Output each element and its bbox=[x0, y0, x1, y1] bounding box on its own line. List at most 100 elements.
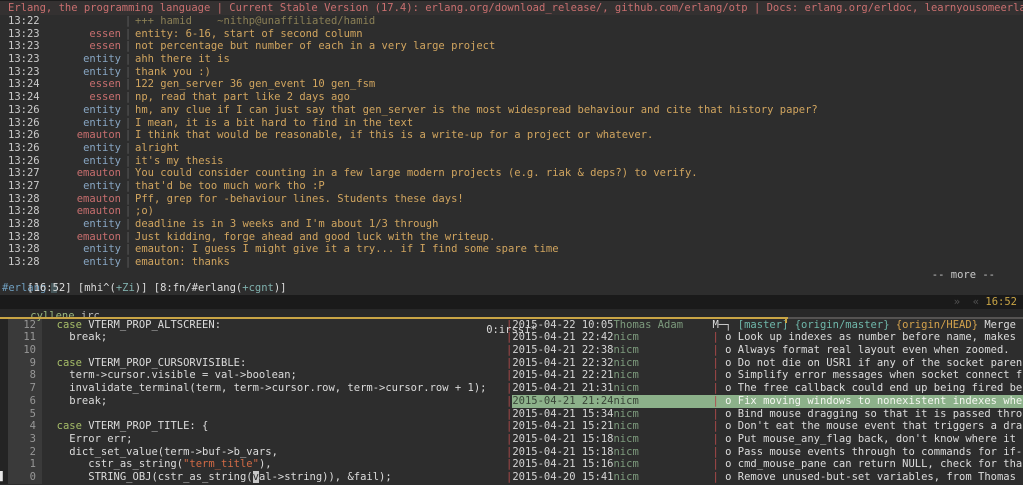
commit-date: 2015-04-21 15:16 bbox=[512, 458, 613, 471]
commit-content: 2015-04-21 21:31nicm| o The free callbac… bbox=[512, 382, 1023, 395]
nickname: essen bbox=[45, 78, 121, 91]
text-segment: )] [8:fn/#erlang( bbox=[135, 282, 242, 294]
text-segment: Fix moving windows to nonexistent indexe… bbox=[738, 395, 1022, 407]
tmux-window-list-item[interactable]: 0:irssi* bbox=[0, 323, 1023, 337]
commit-message: Simplify error messages when socket conn… bbox=[738, 369, 1022, 382]
nickname: entity bbox=[45, 256, 121, 269]
code-line[interactable]: ▌0 STRING_OBJ(cstr_as_string(val->string… bbox=[0, 471, 506, 484]
irc-topic-bar: Erlang, the programming language | Curre… bbox=[0, 0, 1023, 15]
commit-date: 2015-04-20 15:41 bbox=[512, 471, 613, 484]
commit-date: 2015-04-21 22:38 bbox=[512, 344, 613, 357]
code-line[interactable]: 3 Error err; bbox=[0, 433, 506, 446]
column-divider: | bbox=[121, 205, 135, 218]
column-divider: | bbox=[121, 231, 135, 244]
commit-row[interactable]: |2015-04-21 15:18nicm| o Put mouse_any_f… bbox=[506, 433, 1023, 446]
commit-row[interactable]: |2015-04-21 15:21nicm| o Don't eat the m… bbox=[506, 420, 1023, 433]
text-segment: o bbox=[719, 471, 738, 483]
commit-author: nicm bbox=[613, 369, 709, 382]
commit-row[interactable]: |2015-04-21 21:31nicm| o The free callba… bbox=[506, 382, 1023, 395]
commit-content: 2015-04-21 15:18nicm| o Pass mouse event… bbox=[512, 446, 1023, 459]
commit-row[interactable]: |2015-04-21 21:24nicm| o Fix moving wind… bbox=[506, 395, 1023, 408]
irc-message-list[interactable]: 13:22|+++ hamid ~nithp@unaffiliated/hami… bbox=[0, 15, 1023, 269]
commit-row[interactable]: |2015-04-21 15:16nicm| o cmd_mouse_pane … bbox=[506, 458, 1023, 471]
commit-graph: | o bbox=[709, 446, 737, 459]
commit-content: 2015-04-21 22:38nicm| o Always format re… bbox=[512, 344, 1023, 357]
nickname: entity bbox=[45, 117, 121, 130]
commit-graph: | o bbox=[709, 382, 737, 395]
text-segment: Remove unused-but-set variables, from Th… bbox=[738, 471, 1016, 483]
commit-message: Do not die on USR1 if any of the socket … bbox=[738, 357, 1022, 370]
code-line[interactable]: 6 break; bbox=[0, 395, 506, 408]
pane-separator[interactable] bbox=[0, 317, 1023, 319]
code-line[interactable]: 9 case VTERM_PROP_CURSORVISIBLE: bbox=[0, 357, 506, 370]
commit-row[interactable]: |2015-04-21 22:38nicm| o Always format r… bbox=[506, 344, 1023, 357]
git-log-pane[interactable]: |2015-04-22 10:05Thomas AdamM─┐ [master]… bbox=[506, 319, 1023, 485]
line-number: 1 bbox=[8, 458, 42, 471]
message-text: deadline is in 3 weeks and I'm about 1/3… bbox=[135, 218, 438, 231]
code-line[interactable]: 10 bbox=[0, 344, 506, 357]
chat-message-row: 13:26entity|hm, any clue if I can just s… bbox=[0, 104, 1023, 117]
code-line[interactable]: 5 bbox=[0, 408, 506, 421]
line-number: 2 bbox=[8, 446, 42, 459]
tmux-clock: 16:52 bbox=[985, 296, 1017, 308]
message-text: emauton: I guess I might give it a try..… bbox=[135, 243, 559, 256]
commit-row[interactable]: |2015-04-21 15:18nicm| o Pass mouse even… bbox=[506, 446, 1023, 459]
commit-content: 2015-04-21 15:16nicm| o cmd_mouse_pane c… bbox=[512, 458, 1023, 471]
commit-author: nicm bbox=[613, 471, 709, 484]
message-text: I think that would be reasonable, if thi… bbox=[135, 129, 653, 142]
chat-message-row: 13:24essen|122 gen_server 36 gen_event 1… bbox=[0, 78, 1023, 91]
chat-message-row: 13:23essen|entity: 6-16, start of second… bbox=[0, 28, 1023, 41]
text-segment: +cgnt bbox=[242, 282, 274, 294]
commit-row[interactable]: |2015-04-20 15:41nicm| o Remove unused-b… bbox=[506, 471, 1023, 484]
nickname: entity bbox=[45, 104, 121, 117]
code-text: term->cursor.visible = val->boolean; bbox=[42, 369, 297, 382]
message-text: emauton: thanks bbox=[135, 256, 230, 269]
chat-message-row: 13:23essen|not percentage but number of … bbox=[0, 40, 1023, 53]
commit-date: 2015-04-21 22:21 bbox=[512, 369, 613, 382]
chat-message-row: 13:26entity|I mean, it is a bit hard to … bbox=[0, 117, 1023, 130]
code-line[interactable]: 7 invalidate_terminal(term, term->cursor… bbox=[0, 382, 506, 395]
commit-date: 2015-04-21 21:24 bbox=[512, 395, 613, 408]
nickname: entity bbox=[45, 218, 121, 231]
commit-row[interactable]: |2015-04-21 15:34nicm| o Bind mouse drag… bbox=[506, 408, 1023, 421]
commit-content: 2015-04-21 22:21nicm| o Simplify error m… bbox=[512, 369, 1023, 382]
column-divider: | bbox=[121, 243, 135, 256]
code-line[interactable]: 1 cstr_as_string("term_title"), bbox=[0, 458, 506, 471]
chat-message-row: 13:28entity|deadline is in 3 weeks and I… bbox=[0, 218, 1023, 231]
message-timestamp: 13:26 bbox=[0, 117, 45, 130]
tmux-window-label-text: irc bbox=[81, 310, 100, 322]
text-segment: )] bbox=[274, 282, 287, 294]
text-segment: [16:52] [mhi^( bbox=[27, 282, 116, 294]
code-line[interactable]: 4 case VTERM_PROP_TITLE: { bbox=[0, 420, 506, 433]
commit-message: Always format real layout even when zoom… bbox=[738, 344, 1010, 357]
commit-row[interactable]: |2015-04-21 22:32nicm| o Do not die on U… bbox=[506, 357, 1023, 370]
column-divider: | bbox=[121, 15, 135, 28]
code-text bbox=[42, 408, 44, 421]
text-segment: Always format real layout even when zoom… bbox=[738, 344, 1010, 356]
code-editor-pane[interactable]: 12 case VTERM_PROP_ALTSCREEN:11 break;10… bbox=[0, 319, 506, 485]
chat-message-row: 13:23entity|ahh there it is bbox=[0, 53, 1023, 66]
message-timestamp: 13:24 bbox=[0, 91, 45, 104]
separator-tick bbox=[785, 319, 787, 323]
code-line[interactable]: 2 dict_set_value(term->buf->b_vars, bbox=[0, 446, 506, 459]
commit-row[interactable]: |2015-04-21 22:21nicm| o Simplify error … bbox=[506, 369, 1023, 382]
chat-message-row: 13:26emauton|I think that would be reaso… bbox=[0, 129, 1023, 142]
commit-content: 2015-04-20 15:41nicm| o Remove unused-bu… bbox=[512, 471, 1023, 484]
text-segment: break; bbox=[44, 395, 107, 407]
sign-column bbox=[0, 395, 8, 408]
text-segment: STRING_OBJ(cstr_as_string( bbox=[44, 471, 253, 483]
commit-message: The free callback could end up being fir… bbox=[738, 382, 1022, 395]
text-segment: Simplify error messages when socket conn… bbox=[738, 369, 1022, 381]
message-timestamp: 13:28 bbox=[0, 193, 45, 206]
commit-date: 2015-04-21 15:18 bbox=[512, 446, 613, 459]
commit-message: Bind mouse dragging so that it is passed… bbox=[738, 408, 1022, 421]
text-segment bbox=[44, 357, 57, 369]
nickname: emauton bbox=[45, 193, 121, 206]
commit-author: nicm bbox=[613, 446, 709, 459]
line-number: 3 bbox=[8, 433, 42, 446]
nickname: emauton bbox=[45, 129, 121, 142]
code-text: case VTERM_PROP_TITLE: { bbox=[42, 420, 208, 433]
text-segment: VTERM_PROP_CURSORVISIBLE: bbox=[82, 357, 246, 369]
line-number: 8 bbox=[8, 369, 42, 382]
code-line[interactable]: 8 term->cursor.visible = val->boolean; bbox=[0, 369, 506, 382]
